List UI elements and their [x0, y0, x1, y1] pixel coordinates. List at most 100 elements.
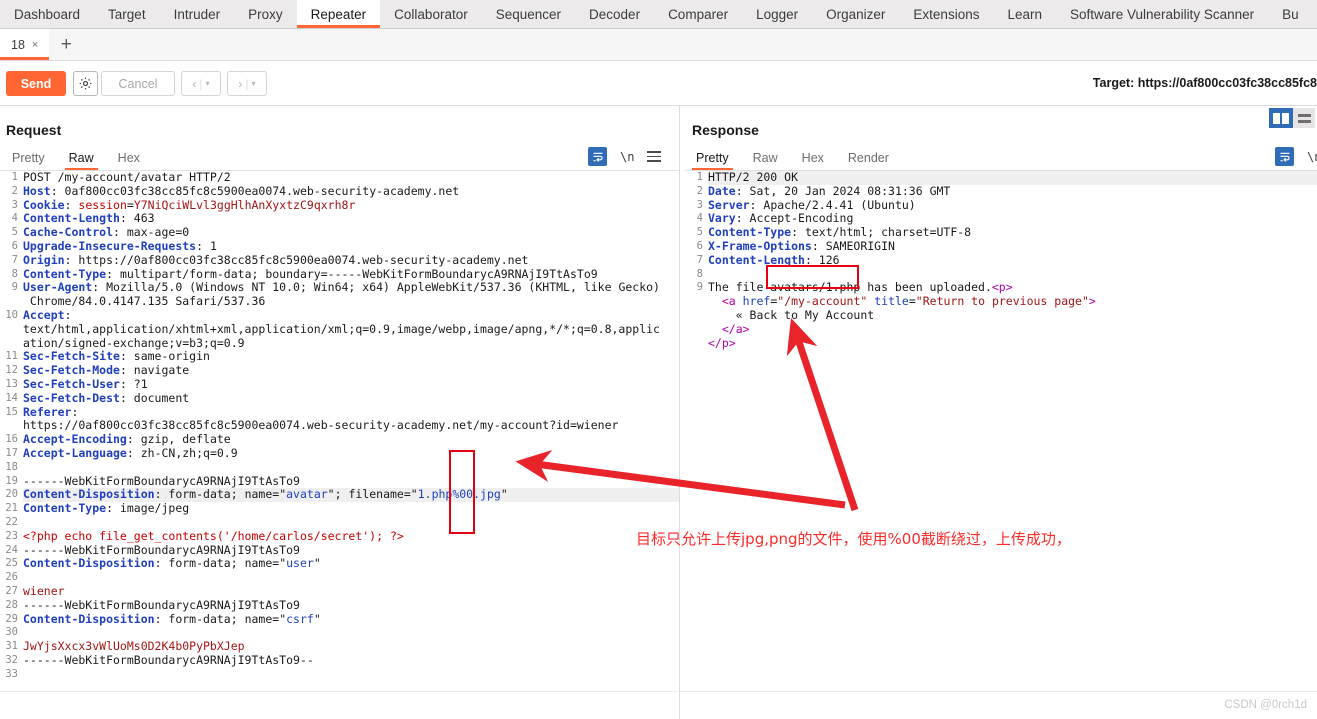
previous-request-button[interactable]: ‹ | ▾ — [181, 71, 221, 96]
request-panel-title: Request — [6, 122, 62, 138]
line-number: 16 — [5, 433, 18, 446]
suite-tab-intruder[interactable]: Intruder — [160, 0, 235, 28]
line-number: 1 — [685, 171, 708, 185]
code-line: 32 ------WebKitFormBoundarycA9RNAjI9TtAsT… — [0, 653, 679, 668]
suite-tab-target[interactable]: Target — [94, 0, 160, 28]
newline-icon[interactable]: \n — [620, 150, 634, 164]
response-view-tabs: Pretty Raw Hex Render — [684, 146, 901, 170]
line-number: 4 — [696, 212, 703, 225]
code-line: 21 Content-Type: image/jpeg — [0, 501, 679, 516]
menu-icon[interactable] — [647, 151, 662, 162]
code-text: JwYjsXxcx3vWlUoMs0D2K4b0PyPbXJep — [23, 639, 245, 654]
suite-tab-proxy[interactable]: Proxy — [234, 0, 297, 28]
line-number: 10 — [5, 308, 18, 321]
code-line: 4 Content-Length: 463 — [0, 211, 679, 226]
code-line: text/html,application/xhtml+xml,applicat… — [0, 321, 679, 337]
send-button[interactable]: Send — [6, 71, 66, 96]
suite-tab-bu[interactable]: Bu — [1268, 0, 1313, 28]
suite-tab-comparer[interactable]: Comparer — [654, 0, 742, 28]
line-number: 19 — [5, 474, 18, 487]
line-number — [0, 337, 23, 351]
suite-tab-label: Extensions — [913, 6, 980, 22]
suite-tab-decoder[interactable]: Decoder — [575, 0, 654, 28]
add-tab-icon[interactable]: + — [49, 29, 83, 60]
suite-tab-learn[interactable]: Learn — [993, 0, 1056, 28]
line-number: 20 — [0, 488, 23, 503]
word-wrap-icon[interactable] — [1275, 147, 1294, 166]
cancel-button[interactable]: Cancel — [101, 71, 175, 96]
newline-icon[interactable]: \n — [1307, 150, 1317, 164]
code-text: Upgrade-Insecure-Requests: 1 — [23, 238, 217, 253]
code-text: Sec-Fetch-Mode: navigate — [23, 363, 190, 378]
code-text: Content-Length: 126 — [708, 252, 840, 267]
request-tab-raw[interactable]: Raw — [57, 151, 106, 170]
code-line: « Back to My Account — [685, 308, 1317, 323]
line-number: 13 — [5, 377, 18, 390]
line-number — [0, 295, 23, 309]
code-text: </p> — [708, 335, 736, 350]
request-tab-hex[interactable]: Hex — [106, 151, 152, 170]
response-tab-render[interactable]: Render — [836, 151, 901, 170]
line-number: 4 — [11, 212, 18, 225]
request-editor[interactable]: 1 POST /my-account/avatar HTTP/2 2 Host: 0a… — [0, 170, 679, 719]
suite-tab-software-vulnerability-scanner[interactable]: Software Vulnerability Scanner — [1056, 0, 1268, 28]
code-text: text/html,application/xhtml+xml,applicat… — [23, 321, 660, 336]
code-text: Host: 0af800cc03fc38cc85fc8c5900ea0074.w… — [23, 183, 460, 198]
word-wrap-icon[interactable] — [588, 147, 607, 166]
suite-tab-sequencer[interactable]: Sequencer — [482, 0, 575, 28]
repeater-tab-18[interactable]: 18 × — [0, 29, 50, 60]
line-number: 6 — [11, 239, 18, 252]
split-vertical-layout-icon[interactable] — [1269, 108, 1293, 128]
suite-tab-organizer[interactable]: Organizer — [812, 0, 899, 28]
split-horizontal-layout-icon[interactable] — [1293, 108, 1315, 128]
code-text: wiener — [23, 583, 65, 598]
code-line: 9 User-Agent: Mozilla/5.0 (Windows NT 10.… — [0, 280, 679, 295]
response-tab-pretty[interactable]: Pretty — [684, 151, 741, 170]
close-icon[interactable]: × — [32, 39, 38, 51]
line-number: 23 — [5, 529, 18, 542]
code-line: 3 Cookie: session=Y7NiQciWLvl3ggHlhAnXyxt… — [0, 198, 679, 213]
code-text: Chrome/84.0.4147.135 Safari/537.36 — [23, 294, 266, 309]
response-editor[interactable]: 1 HTTP/2 200 OK 2 Date: Sat, 20 Jan 2024 08… — [685, 170, 1317, 719]
request-tab-pretty[interactable]: Pretty — [0, 151, 57, 170]
code-text: Content-Disposition: form-data; name="av… — [23, 487, 508, 503]
suite-tab-dashboard[interactable]: Dashboard — [0, 0, 94, 28]
code-line: 20 Content-Disposition: form-data; name="… — [0, 487, 679, 503]
line-number: 27 — [5, 584, 18, 597]
burp-suite-window: Dashboard Target Intruder Proxy Repeater Coll… — [0, 0, 1317, 719]
suite-tab-label: Intruder — [173, 6, 221, 22]
line-number: 5 — [696, 226, 703, 239]
code-line: 5 Cache-Control: max-age=0 — [0, 225, 679, 240]
code-line: 14 Sec-Fetch-Dest: document — [0, 391, 679, 406]
response-tab-hex[interactable]: Hex — [790, 151, 836, 170]
suite-tab-label: Proxy — [248, 6, 283, 22]
code-text: POST /my-account/avatar HTTP/2 — [23, 170, 231, 184]
watermark: CSDN @0rch1d — [1224, 699, 1307, 711]
action-toolbar: Send Cancel ‹ | ▾ › | ▾ Target: https://… — [0, 61, 1317, 106]
code-line: </a> — [685, 322, 1317, 337]
next-request-button[interactable]: › | ▾ — [227, 71, 267, 96]
code-line: 2 Date: Sat, 20 Jan 2024 08:31:36 GMT — [685, 184, 1317, 199]
line-number: 15 — [5, 405, 18, 418]
code-text: ------WebKitFormBoundarycA9RNAjI9TtAsTo9 — [23, 542, 300, 557]
code-line: https://0af800cc03fc38cc85fc8c5900ea0074… — [0, 418, 679, 433]
suite-tab-repeater[interactable]: Repeater — [296, 0, 381, 28]
code-line: 7 Origin: https://0af800cc03fc38cc85fc8c5… — [0, 253, 679, 268]
gear-icon[interactable] — [73, 71, 98, 96]
repeater-tab-strip: 18 × + — [0, 29, 1317, 61]
suite-tab-extensions[interactable]: Extensions — [899, 0, 993, 28]
code-text: User-Agent: Mozilla/5.0 (Windows NT 10.0… — [23, 280, 660, 295]
bottom-divider — [0, 691, 1317, 692]
suite-tab-logger[interactable]: Logger — [742, 0, 812, 28]
request-view-tabs: Pretty Raw Hex — [0, 146, 152, 170]
line-number: 32 — [5, 653, 18, 666]
code-line: 2 Host: 0af800cc03fc38cc85fc8c5900ea0074.… — [0, 183, 679, 199]
suite-tab-collaborator[interactable]: Collaborator — [380, 0, 482, 28]
line-number: 7 — [11, 253, 18, 266]
line-number: 5 — [11, 226, 18, 239]
code-text: ------WebKitFormBoundarycA9RNAjI9TtAsTo9 — [23, 597, 300, 612]
code-line: 28 ------WebKitFormBoundarycA9RNAjI9TtAsT… — [0, 597, 679, 613]
response-tab-raw[interactable]: Raw — [741, 151, 790, 170]
panel-divider[interactable] — [679, 106, 680, 719]
code-line: 11 Sec-Fetch-Site: same-origin — [0, 349, 679, 364]
